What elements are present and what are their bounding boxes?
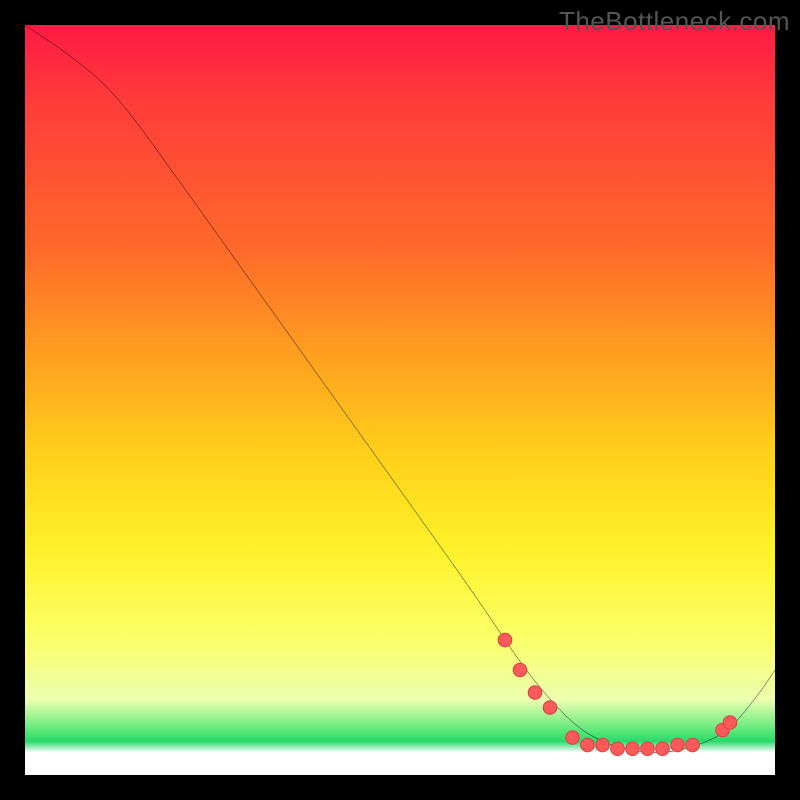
curve-marker: [641, 742, 655, 756]
curve-marker: [723, 716, 737, 730]
chart-frame: TheBottleneck.com: [0, 0, 800, 800]
curve-marker: [626, 742, 640, 756]
plot-area: [25, 25, 775, 775]
curve-marker: [513, 663, 527, 677]
curve-marker: [528, 686, 542, 700]
curve-markers: [498, 633, 737, 755]
bottleneck-curve: [25, 25, 775, 753]
curve-marker: [671, 738, 685, 752]
curve-marker: [596, 738, 610, 752]
curve-marker: [611, 742, 625, 756]
curve-marker: [543, 701, 557, 715]
curve-marker: [686, 738, 700, 752]
bottleneck-curve-svg: [25, 25, 775, 775]
curve-marker: [656, 742, 670, 756]
watermark-text: TheBottleneck.com: [559, 6, 790, 37]
curve-marker: [498, 633, 512, 647]
curve-marker: [581, 738, 595, 752]
curve-marker: [566, 731, 580, 745]
